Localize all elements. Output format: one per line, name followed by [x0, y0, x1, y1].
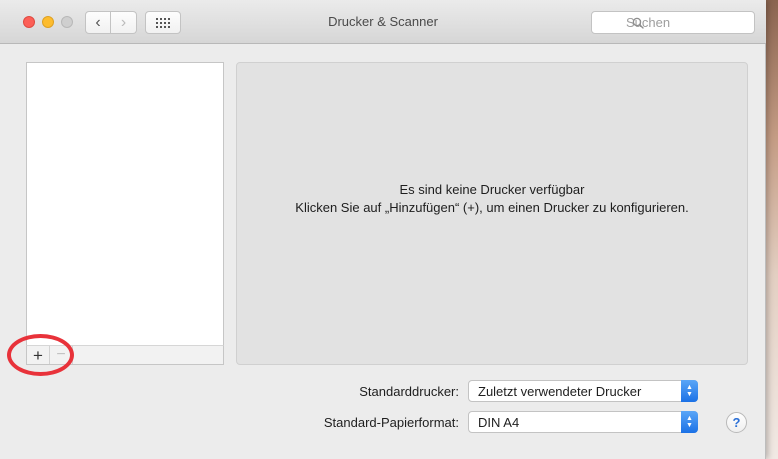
- search-input[interactable]: [626, 15, 756, 30]
- updown-arrows-icon: ▲ ▼: [681, 411, 698, 433]
- paper-size-label: Standard-Papierformat:: [323, 415, 459, 430]
- add-printer-button[interactable]: +: [27, 346, 50, 364]
- default-printer-value: Zuletzt verwendeter Drucker: [478, 383, 642, 399]
- title-bar: ‹ › Drucker & Scanner: [0, 0, 766, 44]
- search-icon: [632, 17, 644, 29]
- empty-state-line-1: Es sind keine Drucker verfügbar: [399, 182, 585, 197]
- default-printer-label: Standarddrucker:: [359, 384, 459, 399]
- empty-state-message: Es sind keine Drucker verfügbar Klicken …: [237, 181, 747, 217]
- minus-icon: −: [56, 346, 66, 363]
- printer-list-toolbar: + −: [26, 345, 224, 365]
- help-button[interactable]: ?: [726, 412, 747, 433]
- help-icon: ?: [732, 415, 741, 430]
- remove-printer-button[interactable]: −: [50, 346, 73, 364]
- search-field[interactable]: [591, 11, 756, 34]
- paper-size-value: DIN A4: [478, 414, 520, 430]
- preferences-window: ‹ › Drucker & Scanner + −: [0, 0, 766, 459]
- printer-detail-pane: Es sind keine Drucker verfügbar Klicken …: [236, 62, 748, 365]
- default-printer-popup[interactable]: Zuletzt verwendeter Drucker ▲ ▼: [468, 380, 698, 402]
- paper-size-popup[interactable]: DIN A4 ▲ ▼: [468, 411, 698, 433]
- printer-list[interactable]: [26, 62, 224, 346]
- empty-state-line-2: Klicken Sie auf „Hinzufügen“ (+), um ein…: [295, 200, 689, 215]
- plus-icon: +: [33, 345, 43, 365]
- updown-arrows-icon: ▲ ▼: [681, 380, 698, 402]
